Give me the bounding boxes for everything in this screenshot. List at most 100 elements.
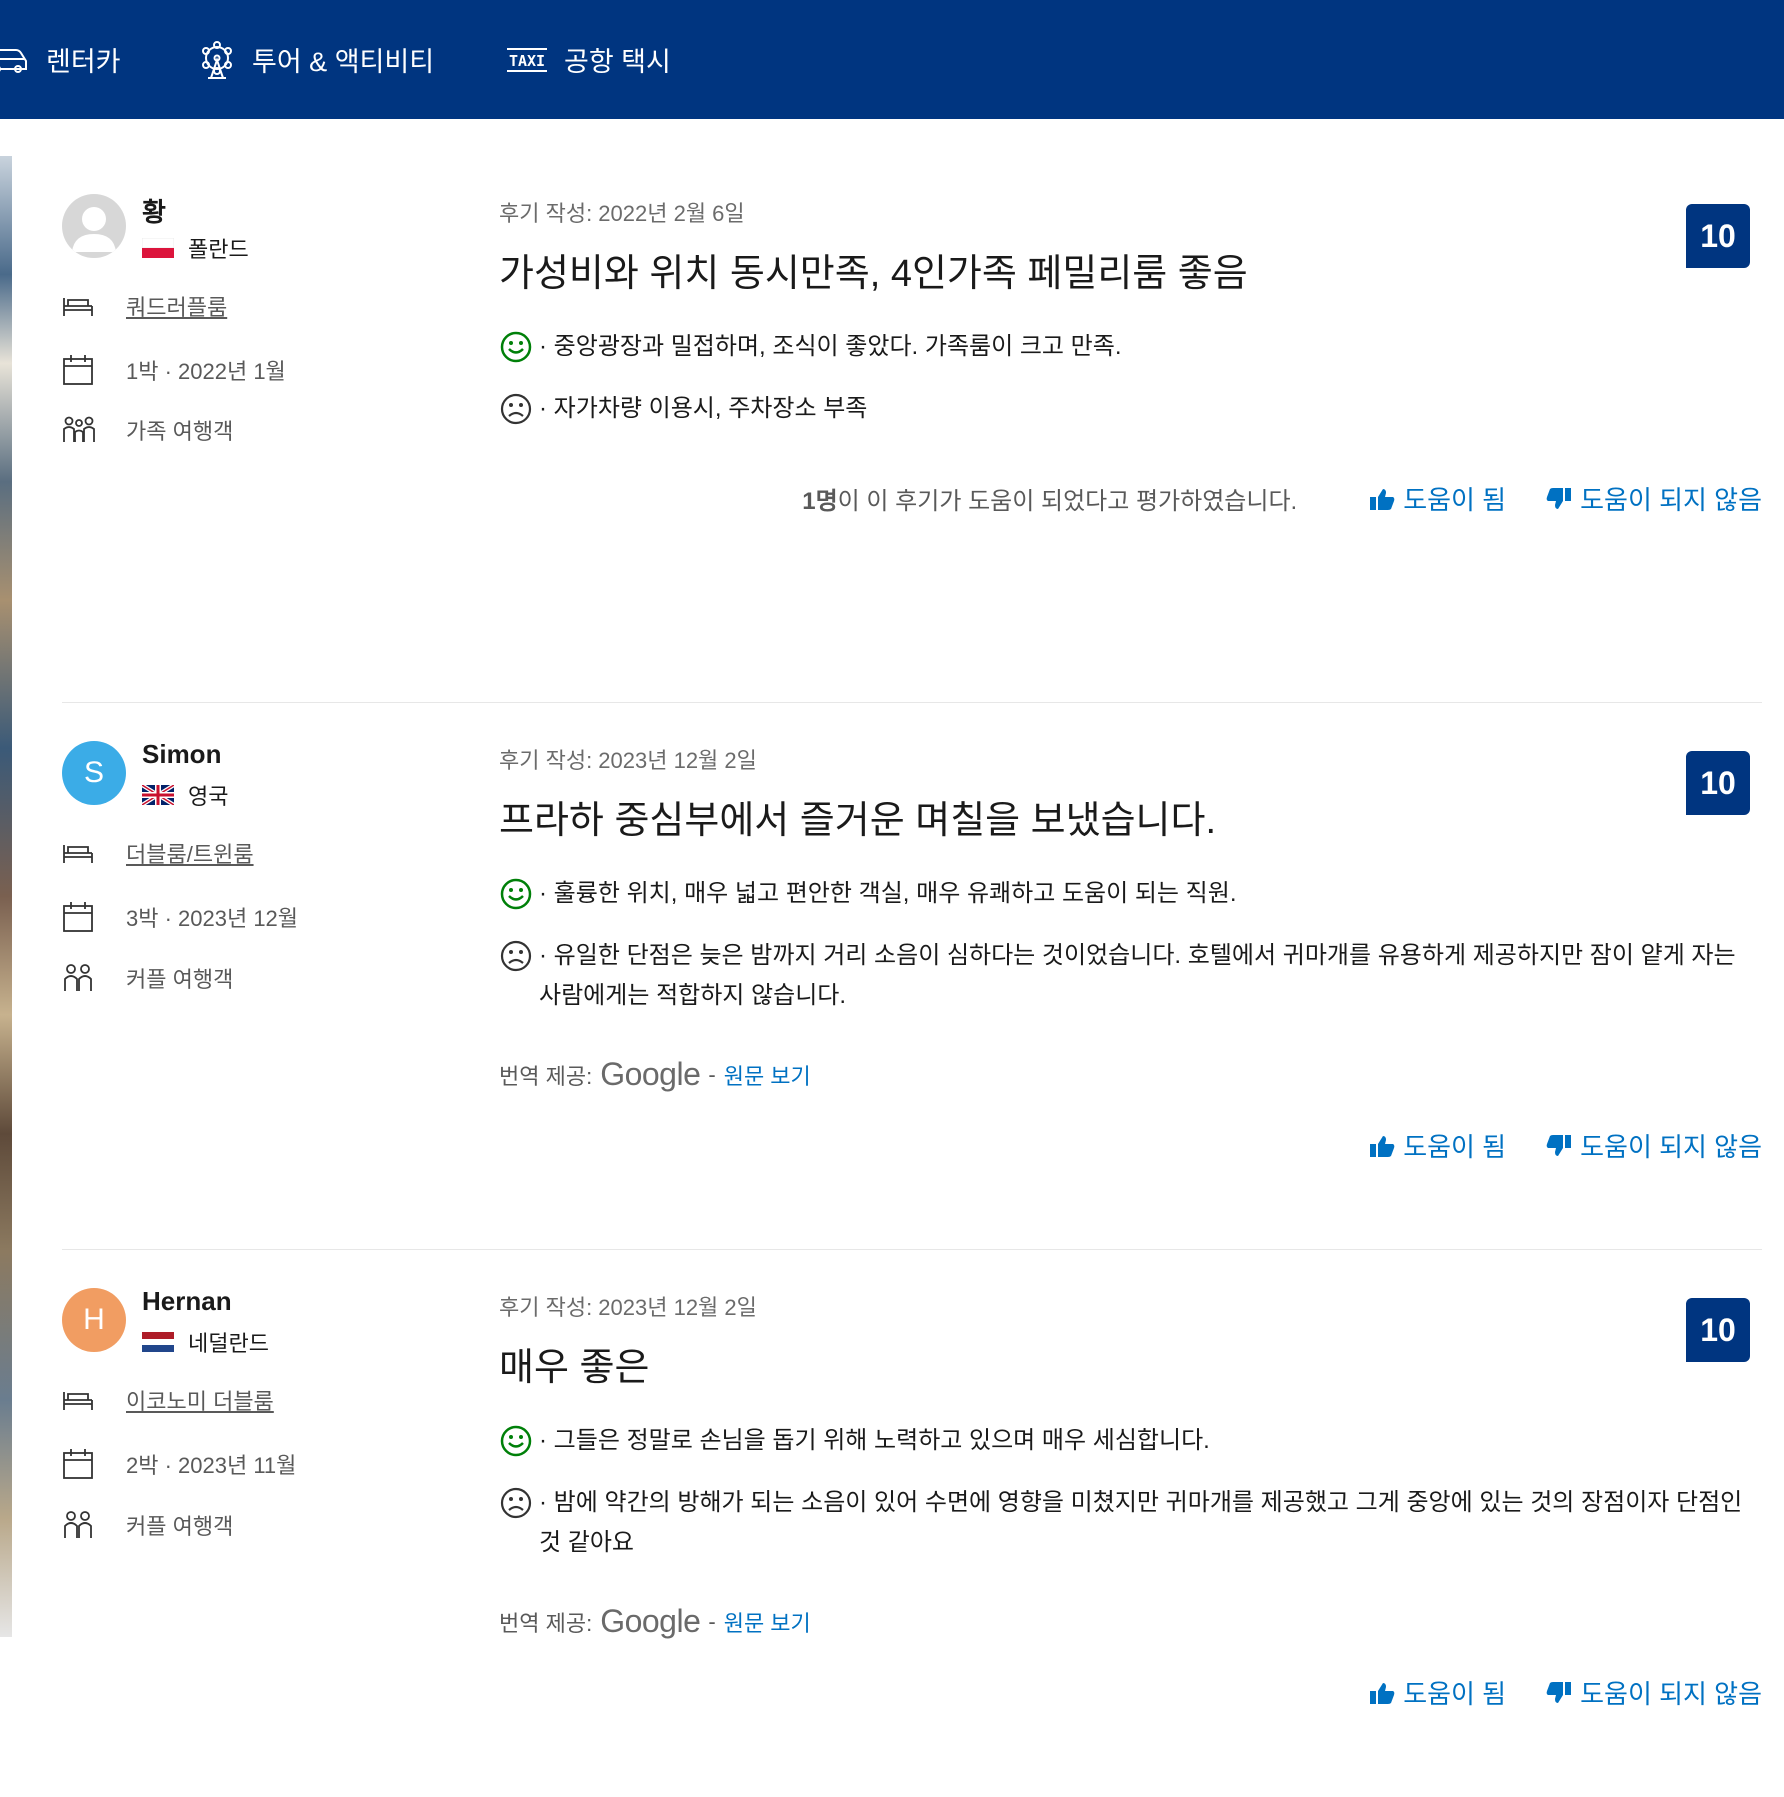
google-logo: Google	[600, 1056, 701, 1092]
negative-comment-text: · 밤에 약간의 방해가 되는 소음이 있어 수면에 영향을 미쳤지만 귀마개를…	[539, 1489, 1743, 1556]
country-label: 폴란드	[188, 237, 249, 262]
thumbs-down-icon	[1546, 1681, 1572, 1703]
reviewer-country: 영국	[142, 779, 228, 811]
positive-comment: · 중앙광장과 밀접하며, 조식이 좋았다. 가족룸이 크고 만족.	[499, 327, 1762, 367]
helpful-button[interactable]: 도움이 됨	[1369, 1674, 1506, 1711]
nav-car-rental[interactable]: 렌터카	[0, 0, 121, 119]
google-logo: Google	[600, 1603, 701, 1639]
helpful-button[interactable]: 도움이 됨	[1369, 1127, 1506, 1164]
thumbs-down-icon	[1546, 1134, 1572, 1156]
thumbs-up-icon	[1370, 1135, 1395, 1157]
happy-face-icon	[500, 878, 532, 910]
review-feedback-row: 1명이 이 후기가 도움이 되었다고 평가하였습니다. 도움이 됨 도움이 되지…	[802, 480, 1762, 517]
review-title: 프라하 중심부에서 즐거운 며칠을 보냈습니다.	[499, 800, 1217, 842]
not-helpful-button[interactable]: 도움이 되지 않음	[1546, 480, 1762, 517]
calendar-icon	[63, 355, 93, 385]
room-type-link[interactable]: 이코노미 더블룸	[126, 1384, 274, 1416]
review-title: 가성비와 위치 동시만족, 4인가족 페밀리룸 좋음	[499, 253, 1248, 295]
reviewer-name: Hernan	[142, 1286, 232, 1316]
negative-comment: · 자가차량 이용시, 주차장소 부족	[499, 389, 1762, 429]
ferris-wheel-icon	[202, 40, 232, 79]
room-type-link[interactable]: 쿼드러플룸	[126, 290, 227, 322]
stay-duration: 2박 · 2023년 11월	[126, 1453, 297, 1478]
positive-comment: · 훌륭한 위치, 매우 넓고 편안한 객실, 매우 유쾌하고 도움이 되는 직…	[499, 874, 1762, 914]
default-user-icon	[72, 207, 116, 252]
nav-tours-label: 투어 & 액티비티	[252, 47, 435, 77]
negative-comment: · 밤에 약간의 방해가 되는 소음이 있어 수면에 영향을 미쳤지만 귀마개를…	[499, 1483, 1762, 1563]
review-list: 황 폴란드 쿼드러플룸 1박 · 2022년 1월 가족 여행객 후기 작성: …	[62, 156, 1762, 1797]
negative-comment-text: · 유일한 단점은 늦은 밤까지 거리 소음이 심하다는 것이었습니다. 호텔에…	[539, 942, 1736, 1009]
room-type-link[interactable]: 더블룸/트윈룸	[126, 837, 254, 869]
country-label: 네덜란드	[188, 1331, 269, 1356]
room-type-row: 쿼드러플룸	[62, 294, 227, 320]
positive-comment-text: · 그들은 정말로 손님을 돕기 위해 노력하고 있으며 매우 세심합니다.	[539, 1427, 1210, 1454]
view-original-link[interactable]: 원문 보기	[724, 1606, 811, 1638]
review-score-badge: 10	[1686, 204, 1750, 268]
helpful-button[interactable]: 도움이 됨	[1369, 480, 1506, 517]
reviewer-country: 폴란드	[142, 232, 249, 264]
review-content: 후기 작성: 2023년 12월 2일 프라하 중심부에서 즐거운 며칠을 보냈…	[499, 743, 1762, 1093]
not-helpful-button[interactable]: 도움이 되지 않음	[1546, 1674, 1762, 1711]
positive-comment-text: · 훌륭한 위치, 매우 넓고 편안한 객실, 매우 유쾌하고 도움이 되는 직…	[539, 880, 1237, 907]
happy-face-icon	[500, 331, 532, 363]
stay-duration: 1박 · 2022년 1월	[126, 359, 286, 384]
calendar-icon	[63, 1449, 93, 1479]
sad-face-icon	[500, 1487, 532, 1519]
thumbs-up-icon	[1370, 488, 1395, 510]
bed-icon	[63, 298, 93, 316]
translation-info: 번역 제공: Google - 원문 보기	[499, 1056, 1762, 1093]
reviewer-country: 네덜란드	[142, 1326, 269, 1358]
poland-flag-icon	[142, 238, 174, 258]
nav-tours-activities[interactable]: 투어 & 액티비티	[198, 0, 434, 119]
uk-flag-icon	[142, 785, 174, 805]
couple-icon	[64, 1511, 92, 1538]
reviewer-name: 황	[142, 197, 166, 227]
car-icon	[0, 48, 27, 73]
traveler-type-row: 커플 여행객	[62, 1510, 233, 1540]
sad-face-icon	[500, 940, 532, 972]
translation-info: 번역 제공: Google - 원문 보기	[499, 1603, 1762, 1640]
not-helpful-button[interactable]: 도움이 되지 않음	[1546, 1127, 1762, 1164]
review-content: 후기 작성: 2022년 2월 6일 가성비와 위치 동시만족, 4인가족 페밀…	[499, 196, 1762, 429]
happy-face-icon	[500, 1425, 532, 1457]
stay-row: 3박 · 2023년 12월	[62, 901, 298, 933]
translation-label: 번역 제공:	[499, 1610, 593, 1636]
review-score-badge: 10	[1686, 751, 1750, 815]
bed-icon	[63, 1392, 93, 1410]
thumbs-down-icon	[1546, 487, 1572, 509]
traveler-type: 가족 여행객	[126, 419, 234, 444]
view-original-link[interactable]: 원문 보기	[724, 1059, 811, 1091]
traveler-type: 커플 여행객	[126, 1514, 234, 1539]
thumbs-up-icon	[1370, 1682, 1395, 1704]
stay-row: 1박 · 2022년 1월	[62, 354, 286, 386]
traveler-type-row: 가족 여행객	[62, 416, 233, 444]
translation-separator: -	[708, 1608, 716, 1634]
positive-comment-text: · 중앙광장과 밀접하며, 조식이 좋았다. 가족룸이 크고 만족.	[539, 333, 1122, 360]
review-card: S Simon 영국 더블룸/트윈룸 3박 · 2023년 12월 커플 여행객…	[62, 703, 1762, 1250]
review-title: 매우 좋은	[499, 1347, 650, 1389]
translation-separator: -	[708, 1061, 716, 1087]
negative-comment-text: · 자가차량 이용시, 주차장소 부족	[539, 395, 868, 422]
review-content: 후기 작성: 2023년 12월 2일 매우 좋은 · 그들은 정말로 손님을 …	[499, 1290, 1762, 1640]
stay-duration: 3박 · 2023년 12월	[126, 906, 299, 931]
bed-icon	[63, 845, 93, 863]
avatar: H	[62, 1288, 126, 1352]
svg-text:TAXI: TAXI	[509, 52, 545, 70]
review-feedback-row: 도움이 됨 도움이 되지 않음	[1369, 1127, 1762, 1164]
room-type-row: 이코노미 더블룸	[62, 1388, 274, 1414]
positive-comment: · 그들은 정말로 손님을 돕기 위해 노력하고 있으며 매우 세심합니다.	[499, 1421, 1762, 1461]
room-type-row: 더블룸/트윈룸	[62, 841, 254, 867]
country-label: 영국	[188, 784, 229, 809]
family-icon	[63, 416, 95, 442]
review-date: 후기 작성: 2022년 2월 6일	[499, 201, 745, 226]
avatar: S	[62, 741, 126, 805]
review-card: 황 폴란드 쿼드러플룸 1박 · 2022년 1월 가족 여행객 후기 작성: …	[62, 156, 1762, 703]
sad-face-icon	[500, 393, 532, 425]
review-date: 후기 작성: 2023년 12월 2일	[499, 748, 757, 773]
translation-label: 번역 제공:	[499, 1063, 593, 1089]
netherlands-flag-icon	[142, 1332, 174, 1352]
nav-taxi-label: 공항 택시	[564, 47, 671, 77]
review-feedback-row: 도움이 됨 도움이 되지 않음	[1369, 1674, 1762, 1711]
helpful-count: 1명이 이 후기가 도움이 되었다고 평가하였습니다.	[802, 488, 1298, 515]
nav-airport-taxi[interactable]: TAXI 공항 택시	[506, 0, 671, 119]
